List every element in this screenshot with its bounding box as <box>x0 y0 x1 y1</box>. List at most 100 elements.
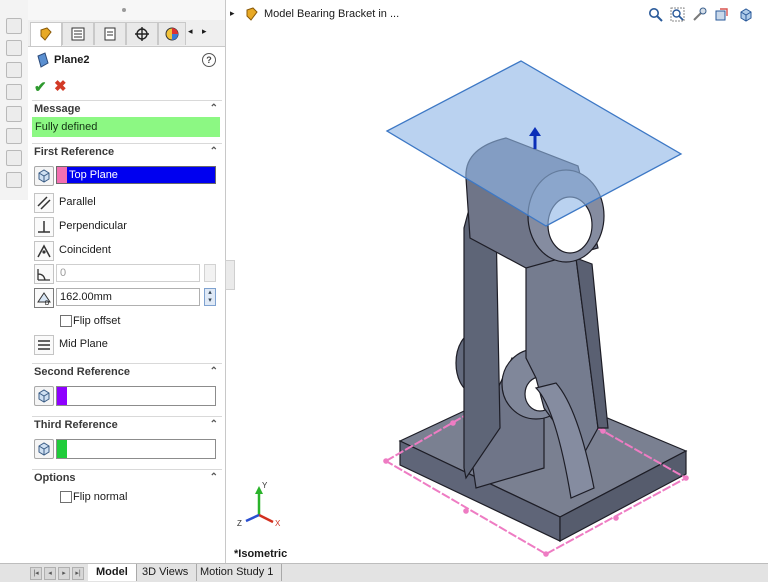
chevron-up-icon: ⌃ <box>209 366 218 377</box>
configuration-icon <box>104 27 116 41</box>
configuration-manager-tab[interactable] <box>94 22 126 45</box>
model-viewport[interactable]: Y X Z <box>226 28 768 563</box>
feature-title: Plane2 <box>54 54 90 66</box>
reference-plane[interactable] <box>385 60 683 227</box>
mid-plane-option[interactable]: Mid Plane <box>32 334 222 355</box>
part-icon <box>246 7 258 21</box>
angle-spinner[interactable] <box>204 264 216 282</box>
graphics-area[interactable]: Y X Z *Isometric <box>226 28 768 563</box>
dimxpert-manager-tab[interactable] <box>126 22 158 45</box>
tool-icon[interactable] <box>6 172 22 188</box>
third-reference-selection[interactable] <box>56 439 216 459</box>
reference-select-icon <box>34 386 54 406</box>
options-header[interactable]: Options ⌃ <box>32 469 222 486</box>
flip-offset-checkbox[interactable] <box>60 315 72 327</box>
x-axis-label: X <box>275 519 281 528</box>
coincident-icon <box>34 241 54 261</box>
feature-tree-icon <box>40 27 52 41</box>
zoom-to-fit-icon[interactable] <box>648 7 663 22</box>
view-orientation-icon[interactable] <box>738 7 753 22</box>
coordinate-triad: Y X Z <box>237 481 281 528</box>
panel-grip[interactable] <box>28 0 225 20</box>
tool-icon[interactable] <box>6 128 22 144</box>
section-title: Message <box>34 103 81 115</box>
parallel-icon <box>34 193 54 213</box>
offset-distance-icon[interactable]: D <box>34 288 54 308</box>
tool-icon[interactable] <box>6 62 22 78</box>
z-axis-label: Z <box>237 519 242 528</box>
chevron-up-icon: ⌃ <box>209 419 218 430</box>
section-title: Options <box>34 472 76 484</box>
expand-tree-icon[interactable]: ▸ <box>230 8 235 19</box>
first-reference-selection[interactable]: Top Plane <box>56 166 216 184</box>
third-reference-header[interactable]: Third Reference ⌃ <box>32 416 222 433</box>
close-icon: ✖ <box>54 78 67 95</box>
option-label: Perpendicular <box>59 220 127 232</box>
appearance-icon <box>165 27 179 41</box>
tool-icon[interactable] <box>6 84 22 100</box>
offset-spinner[interactable]: ▴ ▾ <box>204 288 216 306</box>
section-title: Second Reference <box>34 366 130 378</box>
angle-icon[interactable] <box>34 264 54 284</box>
flip-normal-checkbox[interactable] <box>60 491 72 503</box>
plane-icon <box>37 52 49 68</box>
second-reference-header[interactable]: Second Reference ⌃ <box>32 363 222 380</box>
coincident-option[interactable]: Coincident <box>32 240 222 261</box>
section-title: First Reference <box>34 146 115 158</box>
message-section-header[interactable]: Message ⌃ <box>32 100 222 117</box>
bottom-tab-bar: |◂ ◂ ▸ ▸| Model 3D Views Motion Study 1 <box>0 563 768 582</box>
first-tab-icon[interactable]: |◂ <box>30 567 42 580</box>
chevron-up-icon: ⌃ <box>209 472 218 483</box>
option-label: Parallel <box>59 196 96 208</box>
ok-button[interactable]: ✔ <box>34 78 47 96</box>
tab-model[interactable]: Model <box>88 564 137 581</box>
next-tab-icon[interactable]: ▸ <box>58 567 70 580</box>
feature-header: Plane2 ? <box>28 48 225 72</box>
spinner-arrows-icon: ▴ ▾ <box>208 289 212 304</box>
list-icon <box>71 27 85 41</box>
property-manager: ◂ ▸ Plane2 ? ✔ ✖ Message ⌃ Fully defined … <box>28 0 226 563</box>
option-label: Coincident <box>59 244 111 256</box>
prev-tab-icon[interactable]: ◂ <box>44 567 56 580</box>
grip-dot-icon <box>122 8 126 12</box>
first-reference-header[interactable]: First Reference ⌃ <box>32 143 222 160</box>
checkmark-icon: ✔ <box>34 79 47 96</box>
angle-input[interactable]: 0 <box>56 264 200 282</box>
tab-scroll-right-icon[interactable]: ▸ <box>202 26 207 37</box>
help-icon[interactable]: ? <box>202 53 216 67</box>
reference-select-icon <box>34 166 54 186</box>
tool-icon[interactable] <box>6 150 22 166</box>
display-manager-tab[interactable] <box>158 22 186 45</box>
perpendicular-icon <box>34 217 54 237</box>
feature-manager-tab[interactable] <box>30 22 62 46</box>
tab-scroll-left-icon[interactable]: ◂ <box>188 26 193 37</box>
tool-icon[interactable] <box>6 18 22 34</box>
zoom-area-icon[interactable] <box>670 7 685 22</box>
selected-reference[interactable]: Top Plane <box>67 167 215 183</box>
reference-select-icon <box>34 439 54 459</box>
reference-color-swatch <box>57 167 67 183</box>
offset-distance-input[interactable]: 162.00mm <box>56 288 200 306</box>
option-label: Mid Plane <box>59 338 108 350</box>
tool-icon[interactable] <box>6 40 22 56</box>
property-manager-tab[interactable] <box>62 22 94 45</box>
view-orientation-label: *Isometric <box>234 548 288 560</box>
crosshair-icon <box>135 27 149 41</box>
previous-view-icon[interactable] <box>692 7 707 22</box>
section-title: Third Reference <box>34 419 118 431</box>
parallel-option[interactable]: Parallel <box>32 192 222 213</box>
second-reference-selection[interactable] <box>56 386 216 406</box>
section-view-icon[interactable] <box>714 7 729 22</box>
tool-icon[interactable] <box>6 106 22 122</box>
cancel-button[interactable]: ✖ <box>54 77 67 95</box>
tab-3d-views[interactable]: 3D Views <box>134 564 198 581</box>
status-message: Fully defined <box>32 117 220 137</box>
manager-tabs: ◂ ▸ <box>28 20 225 47</box>
perpendicular-option[interactable]: Perpendicular <box>32 216 222 237</box>
document-title[interactable]: Model Bearing Bracket in ... <box>264 8 399 20</box>
tab-motion-study[interactable]: Motion Study 1 <box>192 564 283 581</box>
last-tab-icon[interactable]: ▸| <box>72 567 84 580</box>
flip-offset-label: Flip offset <box>73 315 121 327</box>
cube-icon <box>38 389 50 403</box>
mid-plane-icon <box>34 335 54 355</box>
